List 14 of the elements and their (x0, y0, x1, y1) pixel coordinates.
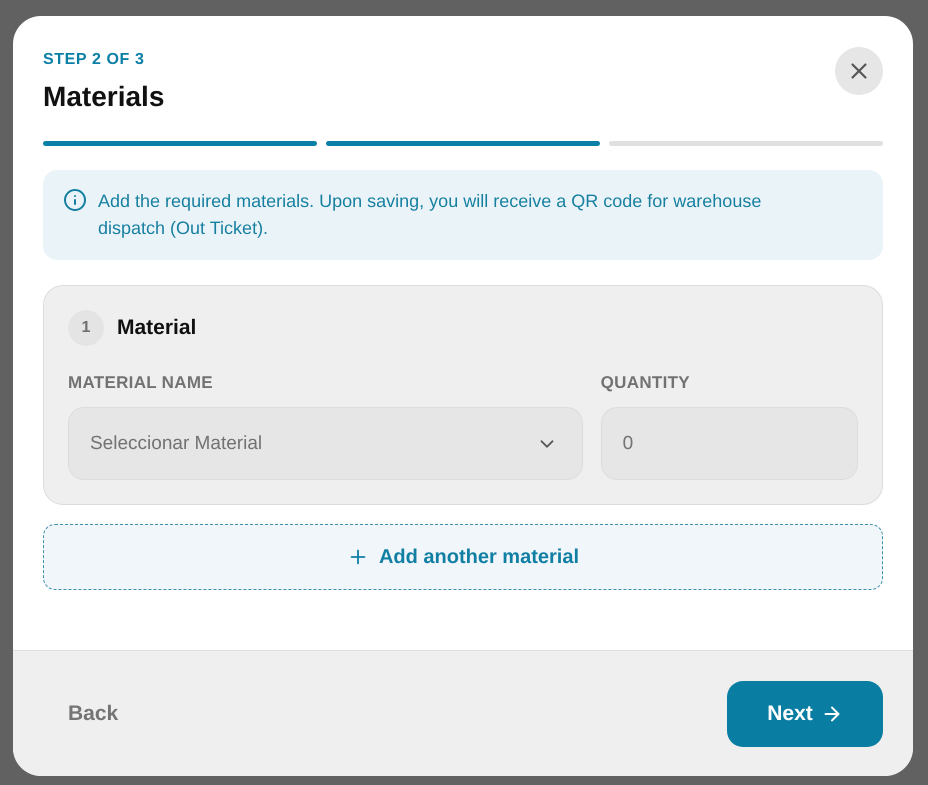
field-label: QUANTITY (600, 372, 691, 394)
close-button[interactable] (835, 47, 883, 95)
dialog-title: Materials (43, 80, 164, 114)
info-icon (63, 188, 87, 212)
info-text: Add the required materials. Upon saving, you will receive a QR code for warehouse dispatch (Out Ticket). (98, 190, 762, 240)
quantity-field[interactable]: 0 (600, 407, 858, 480)
add-material-button[interactable]: Add another material (43, 524, 883, 590)
material-select[interactable]: Seleccionar Material (68, 407, 583, 480)
step-label: STEP 2 OF 3 (43, 50, 146, 70)
next-button[interactable]: Next (727, 680, 883, 746)
field-label: MATERIAL NAME (68, 372, 214, 394)
back-button[interactable]: Back (43, 690, 144, 738)
material-number: 1 (68, 310, 104, 346)
material-title: Material (117, 316, 196, 340)
